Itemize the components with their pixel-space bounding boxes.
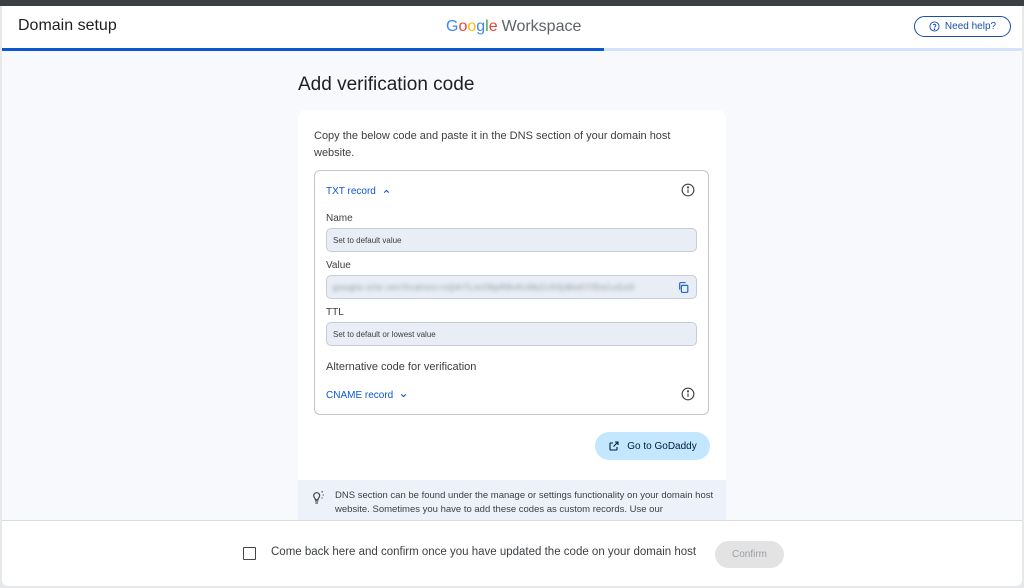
go-to-godaddy-button[interactable]: Go to GoDaddy xyxy=(595,432,710,460)
app-frame: Domain setup Google Workspace Need help? … xyxy=(2,6,1022,586)
info-icon[interactable] xyxy=(681,183,695,197)
page-header-title: Domain setup xyxy=(18,17,117,34)
txt-record-label: TXT record xyxy=(326,186,376,197)
open-in-new-icon xyxy=(609,441,619,451)
need-help-label: Need help? xyxy=(944,21,997,32)
ttl-value: Set to default or lowest value xyxy=(333,329,436,339)
cname-record-toggle[interactable]: CNAME record xyxy=(326,390,408,401)
go-to-godaddy-label: Go to GoDaddy xyxy=(627,440,697,452)
chevron-up-icon xyxy=(383,189,389,194)
google-workspace-logo: Google Workspace xyxy=(446,18,582,35)
setup-progress-bar xyxy=(2,48,1022,51)
confirm-footer: Come back here and confirm once you have… xyxy=(2,520,1022,586)
ttl-label: TTL xyxy=(326,307,344,318)
txt-record-toggle[interactable]: TXT record xyxy=(326,186,391,197)
confirm-button[interactable]: Confirm xyxy=(715,541,784,568)
name-value: Set to default value xyxy=(333,235,402,245)
value-field: google-site-verification=xQ4t7Lm2NpR8vKs… xyxy=(326,275,697,299)
confirm-instruction-text: Come back here and confirm once you have… xyxy=(271,546,697,558)
header: Domain setup Google Workspace Need help? xyxy=(2,6,1022,48)
instructions-text: Copy the below code and paste it in the … xyxy=(314,130,671,159)
value-label: Value xyxy=(326,260,351,271)
page-title: Add verification code xyxy=(298,74,475,95)
ttl-field: Set to default or lowest value xyxy=(326,322,697,346)
dns-tip-text: DNS section can be found under the manag… xyxy=(335,490,714,515)
name-field: Set to default value xyxy=(326,228,697,252)
need-help-button[interactable]: Need help? xyxy=(914,16,1011,37)
copy-icon[interactable] xyxy=(677,281,690,294)
chevron-down-icon xyxy=(401,393,407,398)
alternative-code-heading: Alternative code for verification xyxy=(326,361,477,373)
dns-records-box: TXT record Name Set to default value Val… xyxy=(314,170,709,415)
confirm-checkbox[interactable] xyxy=(243,547,256,560)
cname-record-label: CNAME record xyxy=(326,390,394,401)
help-circle-icon xyxy=(929,21,940,32)
name-label: Name xyxy=(326,213,353,224)
setup-progress-fill xyxy=(2,48,604,51)
value-obscured: google-site-verification=xQ4t7Lm2NpR8vKs… xyxy=(333,282,636,292)
info-icon[interactable] xyxy=(681,387,695,401)
verification-card: Copy the below code and paste it in the … xyxy=(298,110,726,540)
lightbulb-icon xyxy=(313,490,324,504)
